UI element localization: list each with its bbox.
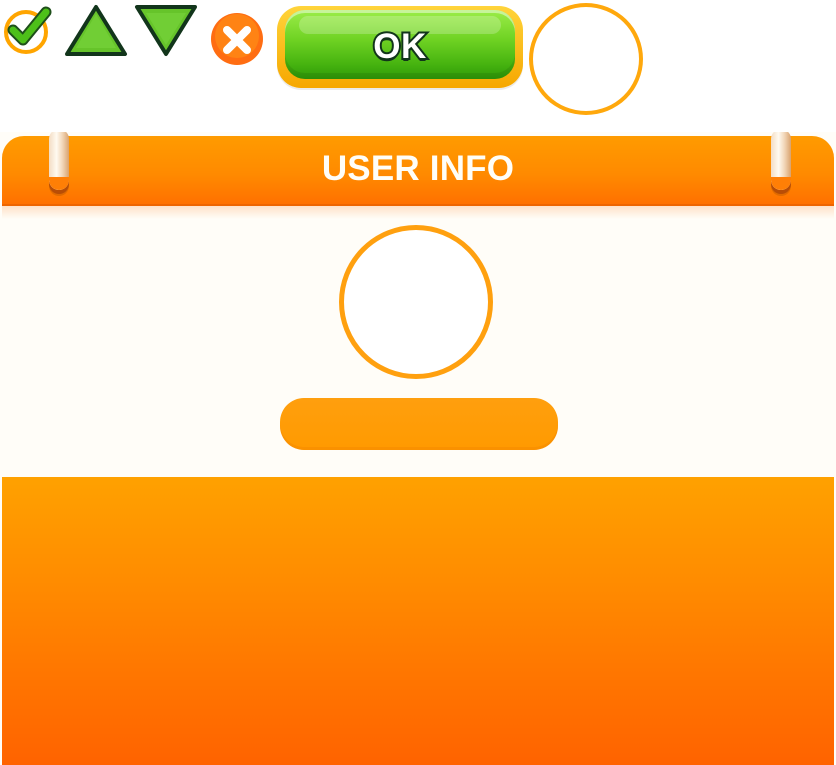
user-info-panel: USER INFO: [0, 132, 836, 765]
name-field[interactable]: [280, 398, 558, 450]
ok-button-face: OK: [285, 10, 515, 79]
close-icon[interactable]: [210, 12, 264, 66]
panel-header: USER INFO: [2, 132, 834, 219]
triangle-down-icon[interactable]: [134, 4, 198, 57]
check-icon[interactable]: [2, 3, 58, 55]
panel-title: USER INFO: [321, 149, 515, 188]
avatar-placeholder-icon[interactable]: [339, 225, 493, 379]
game-ui-screen: OK USER INFO: [0, 0, 836, 765]
ok-button-label: OK: [371, 26, 428, 68]
triangle-up-icon[interactable]: [64, 4, 128, 57]
ok-button[interactable]: OK: [277, 6, 523, 88]
panel-footer: [2, 477, 834, 765]
empty-ring-icon: [529, 3, 643, 115]
